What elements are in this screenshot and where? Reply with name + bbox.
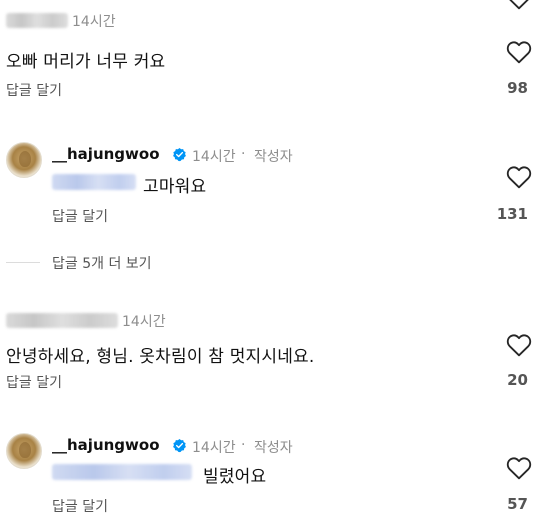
author-tag: 작성자 (254, 440, 293, 456)
author-tag: 작성자 (254, 149, 293, 165)
meta-separator: · (241, 146, 246, 162)
comment-text: 고마워요 (143, 177, 207, 197)
mention-masked[interactable] (52, 174, 136, 190)
like-count: 98 (507, 79, 528, 97)
heart-icon[interactable] (506, 0, 532, 10)
profile-avatar[interactable] (6, 433, 42, 469)
comment-text: 오빠 머리가 너무 커요 (6, 52, 166, 72)
mention-masked[interactable] (52, 464, 192, 480)
like-count: 131 (496, 205, 528, 223)
comment-username[interactable]: __hajungwoo (52, 145, 160, 163)
reply-button[interactable]: 답글 달기 (6, 372, 62, 392)
reply-button[interactable]: 답글 달기 (52, 206, 108, 226)
reply-button[interactable]: 답글 달기 (52, 496, 108, 516)
like-count: 57 (507, 495, 528, 513)
profile-avatar[interactable] (6, 142, 42, 178)
comment-time: 14시간 (192, 440, 236, 456)
thread-divider (6, 262, 40, 263)
comments-panel: 14시간 오빠 머리가 너무 커요 답글 달기 98 __hajungwoo 1… (0, 0, 560, 528)
like-count: 20 (507, 371, 528, 389)
verified-badge-icon (173, 438, 186, 453)
comment-text: 안녕하세요, 형님. 옷차림이 참 멋지시네요. (6, 347, 315, 367)
heart-icon[interactable] (506, 40, 532, 64)
username-masked[interactable] (6, 313, 118, 328)
verified-badge-icon (173, 147, 186, 162)
comment-text: 빌렸어요 (203, 467, 267, 487)
meta-separator: · (241, 437, 246, 453)
username-masked[interactable] (6, 13, 68, 28)
comment-time: 14시간 (192, 149, 236, 165)
view-more-replies-button[interactable]: 답글 5개 더 보기 (52, 253, 152, 273)
comment-time: 14시간 (72, 14, 116, 30)
heart-icon[interactable] (506, 456, 532, 480)
heart-icon[interactable] (506, 333, 532, 357)
comment-username[interactable]: __hajungwoo (52, 436, 160, 454)
heart-icon[interactable] (506, 165, 532, 189)
comment-time: 14시간 (122, 314, 166, 330)
reply-button[interactable]: 답글 달기 (6, 80, 62, 100)
